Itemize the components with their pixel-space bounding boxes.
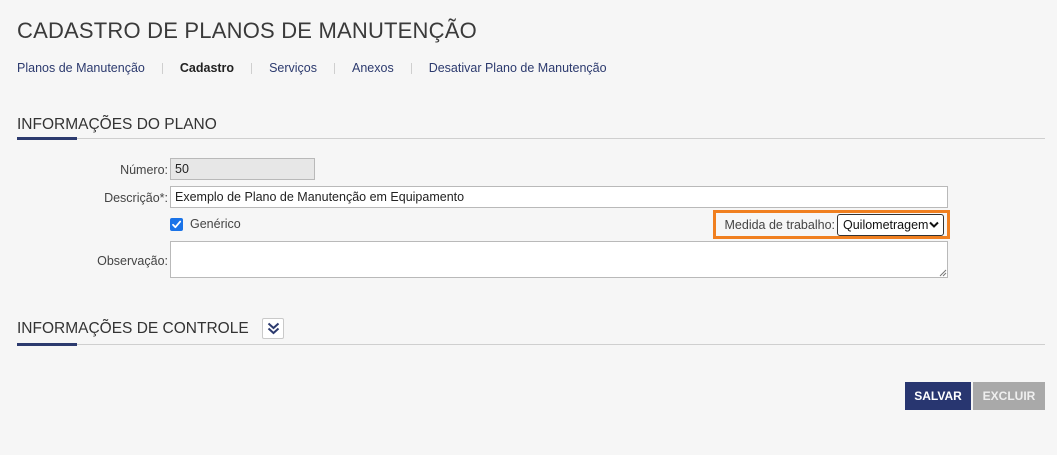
resize-grip-icon[interactable] [939, 269, 947, 277]
check-icon [172, 220, 182, 229]
section-plan-title: INFORMAÇÕES DO PLANO [17, 116, 217, 133]
delete-button[interactable]: EXCLUIR [973, 382, 1045, 410]
descricao-field[interactable] [170, 186, 948, 208]
double-chevron-down-icon [267, 322, 280, 335]
medida-select[interactable]: Quilometragem [837, 214, 944, 236]
nav-item-planos[interactable]: Planos de Manutenção [17, 61, 145, 75]
nav-separator [410, 62, 412, 74]
nav-item-servicos[interactable]: Serviços [269, 61, 317, 75]
section-control-header: INFORMAÇÕES DE CONTROLE [17, 318, 1045, 346]
save-button[interactable]: SALVAR [905, 382, 971, 410]
breadcrumb-nav: Planos de Manutenção Cadastro Serviços A… [17, 61, 607, 75]
nav-item-anexos[interactable]: Anexos [352, 61, 394, 75]
chevron-down-icon [929, 221, 939, 228]
nav-separator [161, 62, 163, 74]
nav-separator [334, 62, 335, 74]
nav-item-desativar[interactable]: Desativar Plano de Manutenção [429, 61, 607, 75]
section-underline [17, 343, 77, 346]
numero-field[interactable] [170, 158, 315, 180]
numero-label: Número: [120, 163, 168, 177]
expand-section-button[interactable] [262, 318, 285, 339]
generico-checkbox[interactable] [170, 218, 183, 231]
observacao-label: Observação: [97, 254, 168, 268]
medida-label: Medida de trabalho: [724, 218, 836, 232]
section-plan-header: INFORMAÇÕES DO PLANO [17, 116, 1045, 140]
nav-item-cadastro[interactable]: Cadastro [180, 61, 234, 75]
descricao-label: Descrição*: [104, 191, 168, 205]
page-title: CADASTRO DE PLANOS DE MANUTENÇÃO [17, 18, 477, 43]
section-underline [17, 137, 77, 140]
section-control-title: INFORMAÇÕES DE CONTROLE [17, 319, 249, 337]
observacao-wrapper [170, 241, 948, 278]
observacao-field[interactable] [170, 241, 948, 278]
medida-select-value: Quilometragem [843, 218, 929, 232]
generico-label: Genérico [190, 217, 241, 231]
nav-separator [251, 62, 253, 74]
